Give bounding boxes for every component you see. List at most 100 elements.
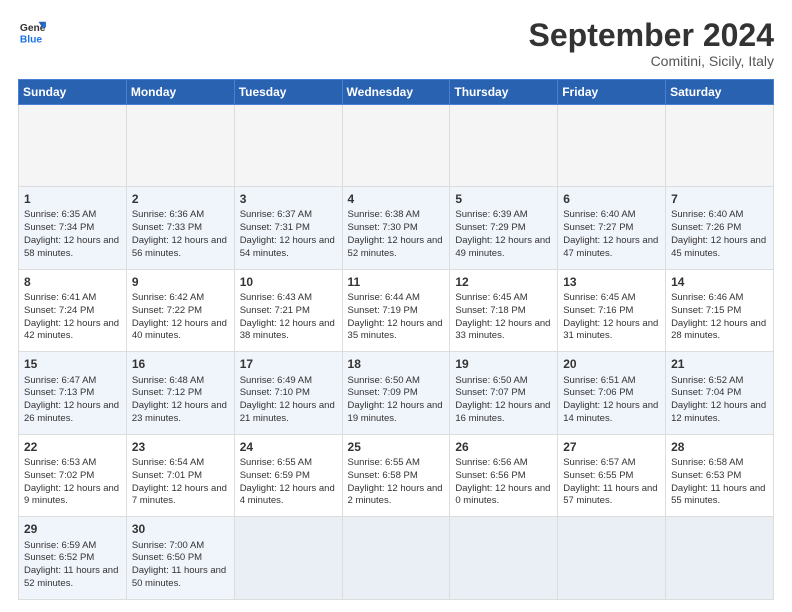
table-row: 6Sunrise: 6:40 AMSunset: 7:27 PMDaylight…	[558, 187, 666, 270]
day-number: 15	[24, 356, 121, 372]
daylight-text: Daylight: 12 hours and 21 minutes.	[240, 400, 335, 424]
location: Comitini, Sicily, Italy	[529, 53, 774, 69]
calendar-week-row: 15Sunrise: 6:47 AMSunset: 7:13 PMDayligh…	[19, 352, 774, 435]
sunset-text: Sunset: 6:56 PM	[455, 470, 525, 481]
sunset-text: Sunset: 7:16 PM	[563, 305, 633, 316]
sunset-text: Sunset: 7:19 PM	[348, 305, 418, 316]
sunset-text: Sunset: 7:01 PM	[132, 470, 202, 481]
daylight-text: Daylight: 12 hours and 16 minutes.	[455, 400, 550, 424]
calendar-week-row: 22 Sunrise: 6:53 AM Sunset: 7:02 PM Dayligh…	[19, 434, 774, 517]
daylight-text: Daylight: 11 hours and 57 minutes.	[563, 483, 657, 507]
table-row: 22Sunrise: 6:53 AMSunset: 7:02 PMDayligh…	[19, 434, 127, 517]
daylight-text: Daylight: 12 hours and 14 minutes.	[563, 400, 658, 424]
daylight-text: Daylight: 12 hours and 19 minutes.	[348, 400, 443, 424]
daylight-text: Daylight: 11 hours and 55 minutes.	[671, 483, 765, 507]
day-number: 5	[455, 191, 552, 207]
sunrise-text: Sunrise: 6:41 AM	[24, 292, 96, 303]
daylight-text: Daylight: 12 hours and 47 minutes.	[563, 235, 658, 259]
daylight-text: Daylight: 11 hours and 50 minutes.	[132, 565, 226, 589]
calendar-header-row: Sunday Monday Tuesday Wednesday Thursday…	[19, 80, 774, 105]
table-row: 29Sunrise: 6:59 AMSunset: 6:52 PMDayligh…	[19, 517, 127, 600]
table-row	[126, 105, 234, 187]
sunrise-text: Sunrise: 6:44 AM	[348, 292, 420, 303]
day-number: 11	[348, 274, 445, 290]
calendar-week-row	[19, 105, 774, 187]
sunrise-text: Sunrise: 6:37 AM	[240, 209, 312, 220]
table-row: 27Sunrise: 6:57 AMSunset: 6:55 PMDayligh…	[558, 434, 666, 517]
calendar-week-row: 1Sunrise: 6:35 AMSunset: 7:34 PMDaylight…	[19, 187, 774, 270]
table-row: 2Sunrise: 6:36 AMSunset: 7:33 PMDaylight…	[126, 187, 234, 270]
sunset-text: Sunset: 7:15 PM	[671, 305, 741, 316]
day-number: 17	[240, 356, 337, 372]
day-number: 25	[348, 439, 445, 455]
day-number: 3	[240, 191, 337, 207]
sunset-text: Sunset: 6:55 PM	[563, 470, 633, 481]
month-title: September 2024	[529, 18, 774, 53]
col-sunday: Sunday	[19, 80, 127, 105]
col-saturday: Saturday	[666, 80, 774, 105]
daylight-text: Daylight: 12 hours and 45 minutes.	[671, 235, 766, 259]
sunset-text: Sunset: 7:31 PM	[240, 222, 310, 233]
title-block: September 2024 Comitini, Sicily, Italy	[529, 18, 774, 69]
calendar-table: Sunday Monday Tuesday Wednesday Thursday…	[18, 79, 774, 600]
table-row	[19, 105, 127, 187]
table-row: 16Sunrise: 6:48 AMSunset: 7:12 PMDayligh…	[126, 352, 234, 435]
sunset-text: Sunset: 7:02 PM	[24, 470, 94, 481]
table-row	[450, 517, 558, 600]
table-row: 17Sunrise: 6:49 AMSunset: 7:10 PMDayligh…	[234, 352, 342, 435]
day-number: 22	[24, 439, 121, 455]
day-number: 29	[24, 521, 121, 537]
sunrise-text: Sunrise: 6:51 AM	[563, 375, 635, 386]
sunset-text: Sunset: 7:07 PM	[455, 387, 525, 398]
daylight-text: Daylight: 12 hours and 7 minutes.	[132, 483, 227, 507]
sunrise-text: Sunrise: 6:53 AM	[24, 457, 96, 468]
sunset-text: Sunset: 7:04 PM	[671, 387, 741, 398]
sunset-text: Sunset: 7:12 PM	[132, 387, 202, 398]
table-row: 4Sunrise: 6:38 AMSunset: 7:30 PMDaylight…	[342, 187, 450, 270]
table-row	[342, 517, 450, 600]
sunrise-text: Sunrise: 7:00 AM	[132, 540, 204, 551]
daylight-text: Daylight: 11 hours and 52 minutes.	[24, 565, 118, 589]
table-row: 28 Sunrise: 6:58 AM Sunset: 6:53 PM Dayligh…	[666, 434, 774, 517]
sunrise-text: Sunrise: 6:39 AM	[455, 209, 527, 220]
table-row: 8Sunrise: 6:41 AMSunset: 7:24 PMDaylight…	[19, 269, 127, 352]
day-number: 4	[348, 191, 445, 207]
sunset-text: Sunset: 7:33 PM	[132, 222, 202, 233]
day-number: 14	[671, 274, 768, 290]
sunrise-text: Sunrise: 6:49 AM	[240, 375, 312, 386]
table-row: 20Sunrise: 6:51 AMSunset: 7:06 PMDayligh…	[558, 352, 666, 435]
table-row: 14Sunrise: 6:46 AMSunset: 7:15 PMDayligh…	[666, 269, 774, 352]
sunrise-text: Sunrise: 6:48 AM	[132, 375, 204, 386]
daylight-text: Daylight: 12 hours and 40 minutes.	[132, 318, 227, 342]
day-number: 26	[455, 439, 552, 455]
table-row	[666, 105, 774, 187]
sunset-text: Sunset: 7:26 PM	[671, 222, 741, 233]
day-number: 7	[671, 191, 768, 207]
daylight-text: Daylight: 12 hours and 58 minutes.	[24, 235, 119, 259]
sunset-text: Sunset: 7:09 PM	[348, 387, 418, 398]
col-monday: Monday	[126, 80, 234, 105]
col-thursday: Thursday	[450, 80, 558, 105]
table-row: 26Sunrise: 6:56 AMSunset: 6:56 PMDayligh…	[450, 434, 558, 517]
sunrise-text: Sunrise: 6:45 AM	[563, 292, 635, 303]
day-number: 24	[240, 439, 337, 455]
sunset-text: Sunset: 6:53 PM	[671, 470, 741, 481]
day-number: 19	[455, 356, 552, 372]
sunrise-text: Sunrise: 6:58 AM	[671, 457, 743, 468]
table-row: 3Sunrise: 6:37 AMSunset: 7:31 PMDaylight…	[234, 187, 342, 270]
sunset-text: Sunset: 7:30 PM	[348, 222, 418, 233]
sunset-text: Sunset: 6:52 PM	[24, 552, 94, 563]
sunrise-text: Sunrise: 6:56 AM	[455, 457, 527, 468]
sunset-text: Sunset: 7:21 PM	[240, 305, 310, 316]
sunrise-text: Sunrise: 6:50 AM	[348, 375, 420, 386]
day-number: 28	[671, 439, 768, 455]
day-number: 23	[132, 439, 229, 455]
sunset-text: Sunset: 7:22 PM	[132, 305, 202, 316]
daylight-text: Daylight: 12 hours and 28 minutes.	[671, 318, 766, 342]
sunset-text: Sunset: 7:34 PM	[24, 222, 94, 233]
day-number: 13	[563, 274, 660, 290]
day-number: 18	[348, 356, 445, 372]
day-number: 30	[132, 521, 229, 537]
table-row: 23Sunrise: 6:54 AMSunset: 7:01 PMDayligh…	[126, 434, 234, 517]
sunset-text: Sunset: 6:59 PM	[240, 470, 310, 481]
